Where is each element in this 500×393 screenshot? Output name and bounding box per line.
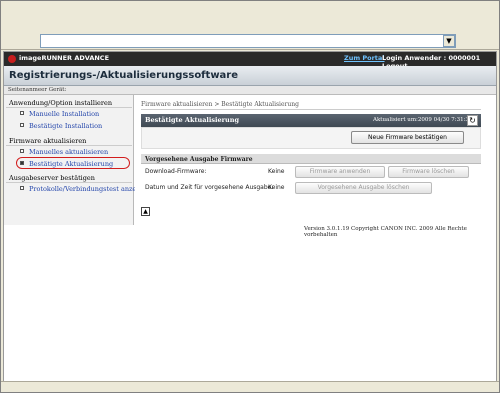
confirm-firmware-button[interactable]: Neue Firmware bestätigen — [351, 131, 464, 144]
sidebar-heading-server: Ausgabeserver bestätigen — [9, 174, 95, 182]
delete-scheduled-button[interactable]: Vorgesehene Ausgabe löschen — [295, 182, 432, 194]
sidebar-divider — [6, 182, 132, 183]
panel-title: Bestätigte Aktualisierung — [145, 116, 240, 124]
version-footer: Version 3.0.1.19 Copyright CANON INC. 20… — [304, 226, 467, 238]
sidebar-heading-firmware: Firmware aktualisieren — [9, 137, 87, 145]
refresh-icon[interactable]: ↻ — [467, 115, 478, 126]
address-bar[interactable] — [40, 34, 456, 48]
sidebar-divider — [6, 107, 132, 108]
breadcrumb: Firmware aktualisieren > Bestätigte Aktu… — [141, 101, 299, 108]
address-dropdown-button[interactable]: ▼ — [443, 35, 455, 47]
page-title: Registrierungs-/Aktualisierungssoftware — [9, 70, 239, 81]
canon-logo-icon — [8, 55, 16, 63]
sidebar-item-logs[interactable]: Protokolle/Verbindungstest anzeigen — [29, 185, 151, 193]
sidebar-item-manual-update[interactable]: Manuelles aktualisieren — [29, 148, 108, 156]
scroll-top-icon[interactable]: ▲ — [141, 207, 150, 216]
download-firmware-value: Keine — [268, 168, 285, 175]
sidebar-heading-install: Anwendung/Option installieren — [9, 99, 113, 107]
sidebar-divider — [6, 145, 132, 146]
delete-firmware-button[interactable]: Firmware löschen — [388, 166, 469, 178]
breadcrumb-divider — [141, 109, 481, 110]
apply-firmware-button[interactable]: Firmware anwenden — [295, 166, 385, 178]
selection-highlight — [16, 157, 130, 169]
download-firmware-label: Download-Firmware: — [145, 168, 207, 175]
portal-link[interactable]: Zum Portal — [344, 54, 385, 62]
scheduled-datetime-label: Datum und Zeit für vorgesehene Ausgabe: — [145, 184, 274, 191]
bullet-icon — [20, 111, 24, 115]
brand-name: imageRUNNER ADVANCE — [19, 54, 110, 62]
updated-timestamp: Aktualisiert um:2009 04/30 7:31:39 — [373, 117, 473, 123]
scheduled-datetime-value: Keine — [268, 184, 285, 191]
admin-label: Seitenanmeer Gerät: — [8, 87, 67, 93]
section-title: Vorgesehene Ausgabe Firmware — [145, 156, 253, 163]
sidebar-item-confirmed-install[interactable]: Bestätigte Installation — [29, 122, 102, 130]
admin-row — [4, 86, 496, 95]
bullet-icon — [20, 149, 24, 153]
bullet-icon — [20, 186, 24, 190]
browser-toolbar — [1, 1, 499, 28]
browser-status-bar — [1, 381, 499, 392]
bullet-icon — [20, 123, 24, 127]
sidebar-item-manual-install[interactable]: Manuelle Installation — [29, 110, 99, 118]
